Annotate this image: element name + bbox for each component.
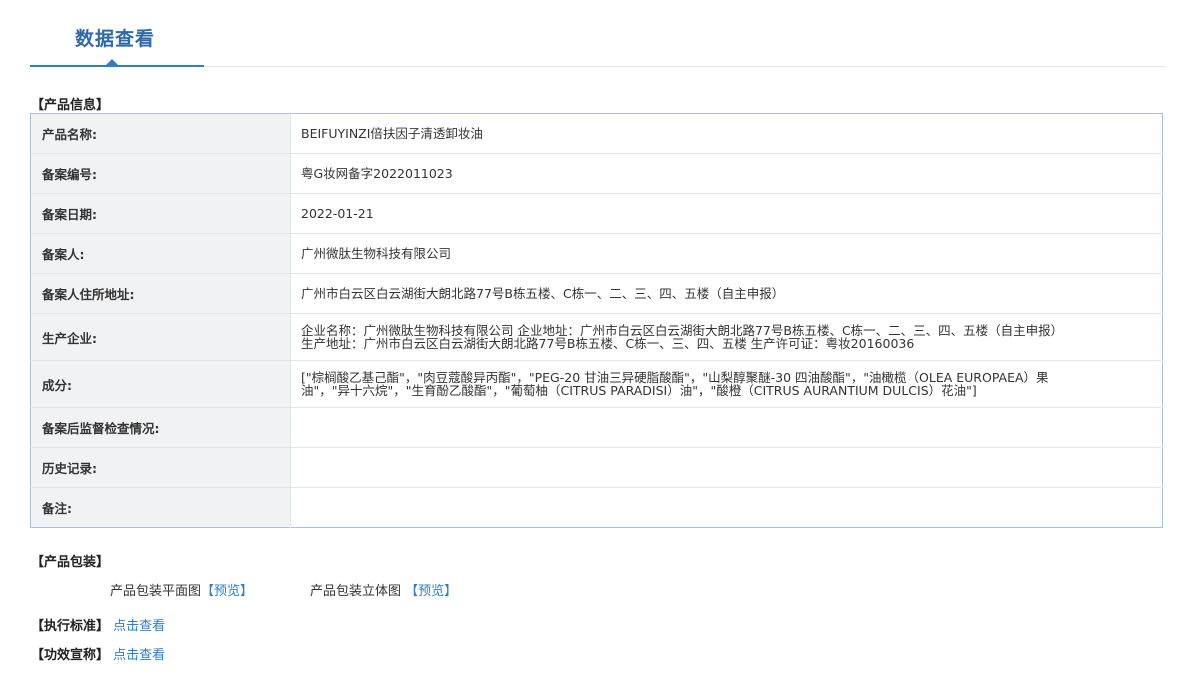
packaging-flat-label: 产品包装平面图 — [110, 584, 202, 599]
efficacy-view-link[interactable]: 点击查看 — [113, 648, 165, 663]
table-row: 备案人住所地址: 广州市白云区白云湖街大朗北路77号B栋五楼、C栋一、二、三、四… — [30, 273, 1163, 314]
table-row: 备案日期: 2022-01-21 — [30, 193, 1163, 234]
standard-view-link[interactable]: 点击查看 — [113, 619, 165, 634]
packaging-stereo-preview-link[interactable]: 【预览】 — [405, 584, 457, 599]
row-label: 备案人: — [30, 233, 291, 274]
product-name-value: BEIFUYINZI倍扶因子清透卸妆油 — [290, 113, 1163, 154]
efficacy-row: 【功效宣称】 点击查看 — [31, 644, 165, 663]
packaging-flat-preview-link[interactable]: 【预览】 — [201, 584, 253, 599]
row-label: 备案后监督检查情况: — [30, 407, 291, 448]
table-row: 备案编号: 粤G妆网备字2022011023 — [30, 153, 1163, 194]
manufacturer-line-2: 生产地址：广州市白云区白云湖街大朗北路77号B栋五楼、C栋一、三、四、五楼 生产… — [301, 336, 915, 351]
row-label: 备案编号: — [30, 153, 291, 194]
page-header: 数据查看 — [30, 0, 1166, 68]
caret-up-icon — [106, 59, 118, 65]
row-label: 成分: — [30, 360, 291, 408]
registrant-value: 广州微肽生物科技有限公司 — [290, 233, 1163, 274]
packaging-flat-row: 产品包装平面图【预览】 — [110, 580, 253, 599]
packaging-stereo-label: 产品包装立体图 — [310, 584, 402, 599]
efficacy-label: 【功效宣称】 — [31, 648, 110, 663]
ingredients-value: ["棕榈酸乙基己酯"，"肉豆蔻酸异丙酯"，"PEG-20 甘油三异硬脂酸酯"，"… — [290, 360, 1163, 408]
page-title: 数据查看 — [75, 28, 156, 50]
row-label: 生产企业: — [30, 313, 291, 361]
table-row: 备案人: 广州微肽生物科技有限公司 — [30, 233, 1163, 274]
active-tab-indicator — [30, 65, 204, 67]
packaging-heading: 【产品包装】 — [31, 555, 110, 570]
remarks-value — [291, 488, 1163, 528]
product-info-table: 产品名称: BEIFUYINZI倍扶因子清透卸妆油 备案编号: 粤G妆网备字20… — [30, 113, 1163, 528]
row-label: 备案日期: — [30, 193, 291, 234]
table-row: 产品名称: BEIFUYINZI倍扶因子清透卸妆油 — [30, 113, 1163, 154]
packaging-stereo-row: 产品包装立体图 【预览】 — [310, 580, 457, 599]
standard-row: 【执行标准】 点击查看 — [31, 615, 165, 634]
record-number-value: 粤G妆网备字2022011023 — [290, 153, 1163, 194]
row-label: 备案人住所地址: — [30, 273, 291, 314]
manufacturer-value: 企业名称：广州微肽生物科技有限公司 企业地址：广州市白云区白云湖街大朗北路77号… — [290, 313, 1163, 361]
standard-label: 【执行标准】 — [31, 619, 110, 634]
table-row: 成分: ["棕榈酸乙基己酯"，"肉豆蔻酸异丙酯"，"PEG-20 甘油三异硬脂酸… — [30, 360, 1163, 408]
registrant-address-value: 广州市白云区白云湖街大朗北路77号B栋五楼、C栋一、二、三、四、五楼（自主申报） — [290, 273, 1163, 314]
product-info-heading: 【产品信息】 — [31, 98, 110, 113]
history-value — [290, 447, 1163, 488]
inspection-value — [290, 407, 1163, 448]
row-label: 产品名称: — [30, 113, 291, 154]
row-label: 备注: — [30, 487, 291, 528]
table-row: 历史记录: — [30, 447, 1163, 488]
table-row: 备注: — [30, 487, 1163, 528]
record-date-value: 2022-01-21 — [290, 193, 1163, 234]
table-row: 生产企业: 企业名称：广州微肽生物科技有限公司 企业地址：广州市白云区白云湖街大… — [30, 313, 1163, 361]
table-row: 备案后监督检查情况: — [30, 407, 1163, 448]
row-label: 历史记录: — [30, 447, 291, 488]
